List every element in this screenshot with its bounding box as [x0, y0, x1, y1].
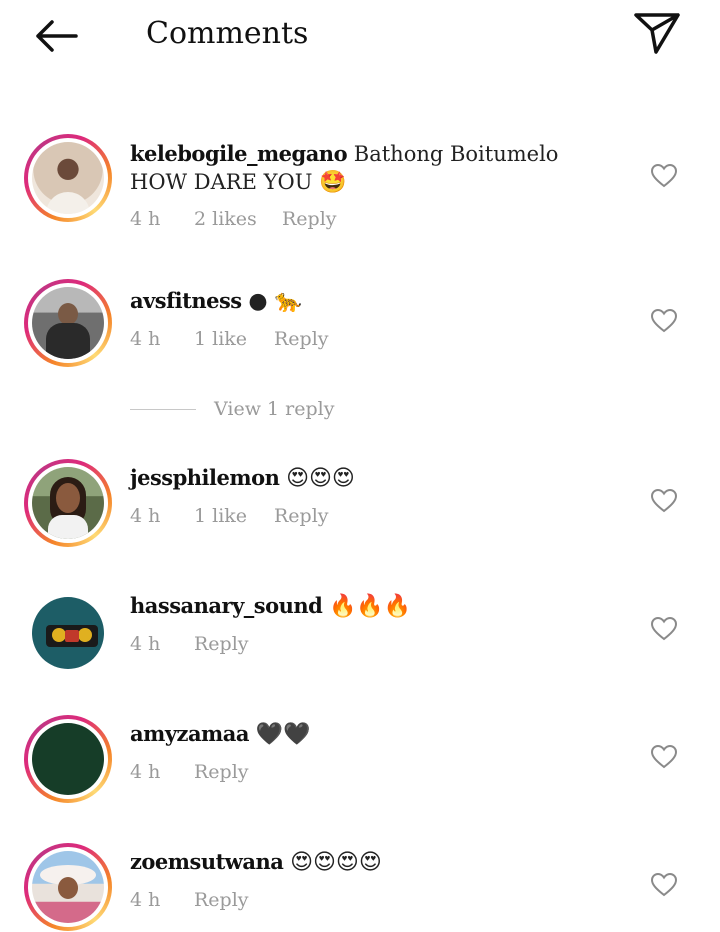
comment-likes[interactable]: 1 like [194, 505, 274, 527]
comment-emoji: 😍😍😍 [286, 466, 355, 491]
reply-button[interactable]: Reply [274, 328, 329, 350]
heart-icon [651, 617, 677, 641]
comment-emoji: 😍😍😍😍 [290, 850, 382, 875]
page-title: Comments [146, 16, 309, 51]
comment-username[interactable]: kelebogile_megano [130, 141, 348, 166]
comment-emoji: 🔥🔥🔥 [329, 594, 412, 619]
reply-button[interactable]: Reply [282, 208, 337, 230]
reply-button[interactable]: Reply [194, 633, 249, 655]
view-replies-button[interactable]: View 1 reply [130, 398, 334, 420]
like-button[interactable] [648, 160, 680, 192]
share-button[interactable] [630, 8, 684, 58]
comment-emoji: ● 🐆 [248, 289, 302, 314]
divider-line [130, 408, 196, 410]
comment-timestamp: 4 h [130, 328, 161, 350]
comment-likes[interactable]: 2 likes [194, 208, 282, 230]
comment-timestamp: 4 h [130, 505, 161, 527]
arrow-left-icon [36, 20, 78, 52]
comment-emoji: 🖤🖤 [255, 722, 311, 747]
reply-button[interactable]: Reply [194, 889, 249, 911]
avatar[interactable] [24, 843, 112, 931]
comment-timestamp: 4 h [130, 761, 161, 783]
comment-timestamp: 4 h [130, 889, 161, 911]
reply-button[interactable]: Reply [194, 761, 249, 783]
comment-username[interactable]: hassanary_sound [130, 593, 323, 618]
avatar[interactable] [24, 279, 112, 367]
heart-icon [651, 489, 677, 513]
avatar[interactable] [24, 134, 112, 222]
heart-icon [651, 873, 677, 897]
comment-timestamp: 4 h [130, 633, 161, 655]
header-bar: Comments [0, 0, 720, 72]
comment-username[interactable]: amyzamaa [130, 721, 250, 746]
comment-username[interactable]: jessphilemon [130, 465, 280, 490]
like-button[interactable] [648, 869, 680, 901]
comment-likes[interactable]: 1 like [194, 328, 274, 350]
like-button[interactable] [648, 305, 680, 337]
avatar[interactable] [24, 715, 112, 803]
view-replies-label: View 1 reply [214, 398, 335, 420]
back-button[interactable] [30, 14, 82, 58]
like-button[interactable] [648, 741, 680, 773]
reply-button[interactable]: Reply [274, 505, 329, 527]
heart-icon [651, 309, 677, 333]
heart-icon [651, 745, 677, 769]
like-button[interactable] [648, 485, 680, 517]
like-button[interactable] [648, 613, 680, 645]
avatar[interactable] [24, 589, 112, 677]
comment-timestamp: 4 h [130, 208, 161, 230]
heart-icon [651, 164, 677, 188]
comment-username[interactable]: avsfitness [130, 288, 242, 313]
comment-emoji: 🤩 [319, 170, 347, 195]
paper-plane-icon [634, 13, 680, 54]
comment-username[interactable]: zoemsutwana [130, 849, 284, 874]
avatar[interactable] [24, 459, 112, 547]
